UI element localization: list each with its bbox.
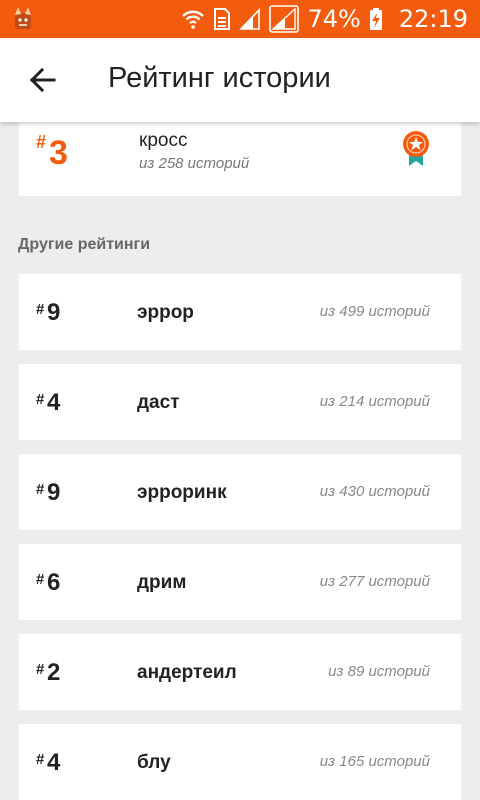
medal-icon <box>403 131 429 166</box>
battery-charging-icon <box>369 8 382 30</box>
rating-name: андертеил <box>137 662 237 683</box>
list-item[interactable]: # 2 андертеил из 89 историй <box>19 634 461 710</box>
clock: 22:19 <box>398 5 468 33</box>
rank-number: 3 <box>49 134 68 172</box>
rating-name: блу <box>137 752 171 773</box>
rating-name: кросс <box>139 130 188 151</box>
list-item[interactable]: # 9 эрроринк из 430 историй <box>19 454 461 530</box>
current-rating-card[interactable]: # 3 кросс из 258 историй <box>19 122 461 196</box>
rank-hash: # <box>36 661 45 678</box>
rating-total: из 214 историй <box>319 393 430 410</box>
section-label-other-ratings: Другие рейтинги <box>18 236 151 253</box>
rating-total: из 277 историй <box>319 573 430 590</box>
list-item[interactable]: # 6 дрим из 277 историй <box>19 544 461 620</box>
rating-name: эррор <box>137 302 194 323</box>
list-item[interactable]: # 9 эррор из 499 историй <box>19 274 461 350</box>
rating-total: из 89 историй <box>328 663 430 680</box>
app-notification-icon <box>15 7 31 29</box>
signal-1-icon <box>239 7 261 30</box>
list-item[interactable]: # 4 блу из 165 историй <box>19 724 461 800</box>
list-item[interactable]: # 4 даст из 214 историй <box>19 364 461 440</box>
rating-total: из 165 историй <box>319 753 430 770</box>
rating-name: эрроринк <box>137 482 227 503</box>
app-bar: Рейтинг истории <box>0 38 480 122</box>
rank-hash: # <box>36 391 45 408</box>
rating-total: из 258 историй <box>139 155 250 172</box>
rank-number: 4 <box>47 389 61 416</box>
rank-number: 6 <box>47 569 61 596</box>
system-icons: 74% 22:19 <box>181 0 468 38</box>
rating-name: даст <box>137 392 180 413</box>
arrow-back-icon <box>29 67 56 93</box>
rank-number: 9 <box>47 479 61 506</box>
rating-total: из 499 историй <box>319 303 430 320</box>
wifi-icon <box>182 10 205 29</box>
rank-hash: # <box>36 481 45 498</box>
rank-hash: # <box>36 571 45 588</box>
other-ratings-list: # 9 эррор из 499 историй # 4 даст из 214… <box>19 274 461 800</box>
sim-card-icon <box>214 8 231 30</box>
signal-2-icon <box>269 5 300 33</box>
rank-hash: # <box>36 301 45 318</box>
back-button[interactable] <box>22 60 62 100</box>
status-bar: 74% 22:19 <box>0 0 480 38</box>
rank-hash: # <box>36 751 45 768</box>
rating-name: дрим <box>137 572 187 593</box>
rank-number: 4 <box>47 749 61 776</box>
rank-number: 9 <box>47 299 61 326</box>
rating-total: из 430 историй <box>319 483 430 500</box>
rank-hash: # <box>36 132 47 152</box>
battery-percent: 74% <box>307 5 361 33</box>
page-title: Рейтинг истории <box>108 62 331 94</box>
rank-number: 2 <box>47 659 61 686</box>
